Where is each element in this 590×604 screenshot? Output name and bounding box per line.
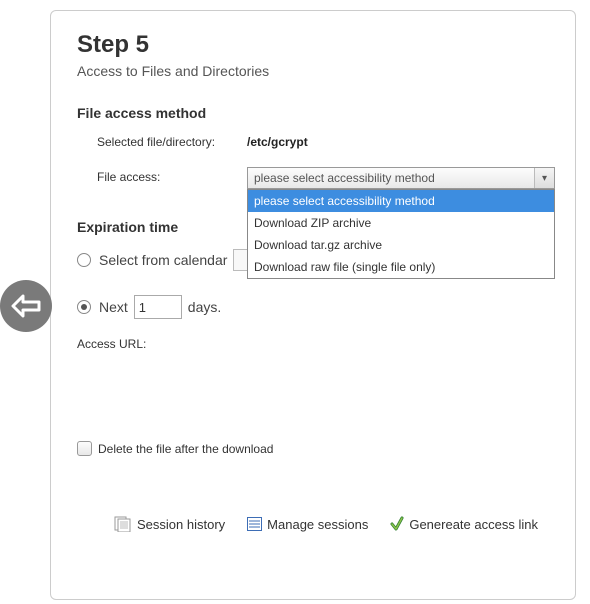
file-access-option-placeholder[interactable]: please select accessibility method	[248, 190, 554, 212]
delete-after-checkbox[interactable]	[77, 441, 92, 456]
selected-path-row: Selected file/directory: /etc/gcrypt	[97, 135, 555, 149]
access-url-label: Access URL:	[77, 337, 555, 351]
list-icon	[247, 517, 262, 531]
selected-path-label: Selected file/directory:	[97, 135, 247, 149]
file-access-option-raw[interactable]: Download raw file (single file only)	[248, 256, 554, 278]
step-title: Step 5	[77, 31, 555, 59]
delete-after-label: Delete the file after the download	[98, 442, 273, 456]
footer-links: Session history Manage sessions Genereat…	[77, 516, 555, 532]
chevron-down-icon: ▾	[534, 168, 554, 188]
step-subtitle: Access to Files and Directories	[77, 63, 555, 79]
session-history-link[interactable]: Session history	[114, 516, 225, 532]
manage-sessions-link[interactable]: Manage sessions	[247, 517, 368, 532]
days-input[interactable]	[134, 295, 182, 319]
back-button[interactable]	[0, 280, 52, 332]
file-access-select-value: please select accessibility method	[254, 171, 435, 185]
file-access-select[interactable]: please select accessibility method ▾	[247, 167, 555, 189]
history-icon	[114, 516, 132, 532]
file-access-label: File access:	[97, 170, 247, 184]
generate-link-label: Genereate access link	[409, 517, 538, 532]
radio-next-days[interactable]	[77, 300, 91, 314]
check-icon	[390, 516, 404, 532]
radio-next-prefix: Next	[99, 299, 128, 315]
arrow-left-icon	[11, 294, 41, 318]
file-access-option-zip[interactable]: Download ZIP archive	[248, 212, 554, 234]
generate-link-button[interactable]: Genereate access link	[390, 516, 538, 532]
file-access-header: File access method	[77, 105, 555, 121]
session-history-label: Session history	[137, 517, 225, 532]
manage-sessions-label: Manage sessions	[267, 517, 368, 532]
radio-calendar-label: Select from calendar	[99, 252, 227, 268]
selected-path-value: /etc/gcrypt	[247, 135, 308, 149]
radio-next-suffix: days.	[188, 299, 221, 315]
file-access-option-targz[interactable]: Download tar.gz archive	[248, 234, 554, 256]
wizard-panel: Step 5 Access to Files and Directories F…	[50, 10, 576, 600]
file-access-dropdown: please select accessibility method Downl…	[247, 189, 555, 279]
radio-calendar[interactable]	[77, 253, 91, 267]
